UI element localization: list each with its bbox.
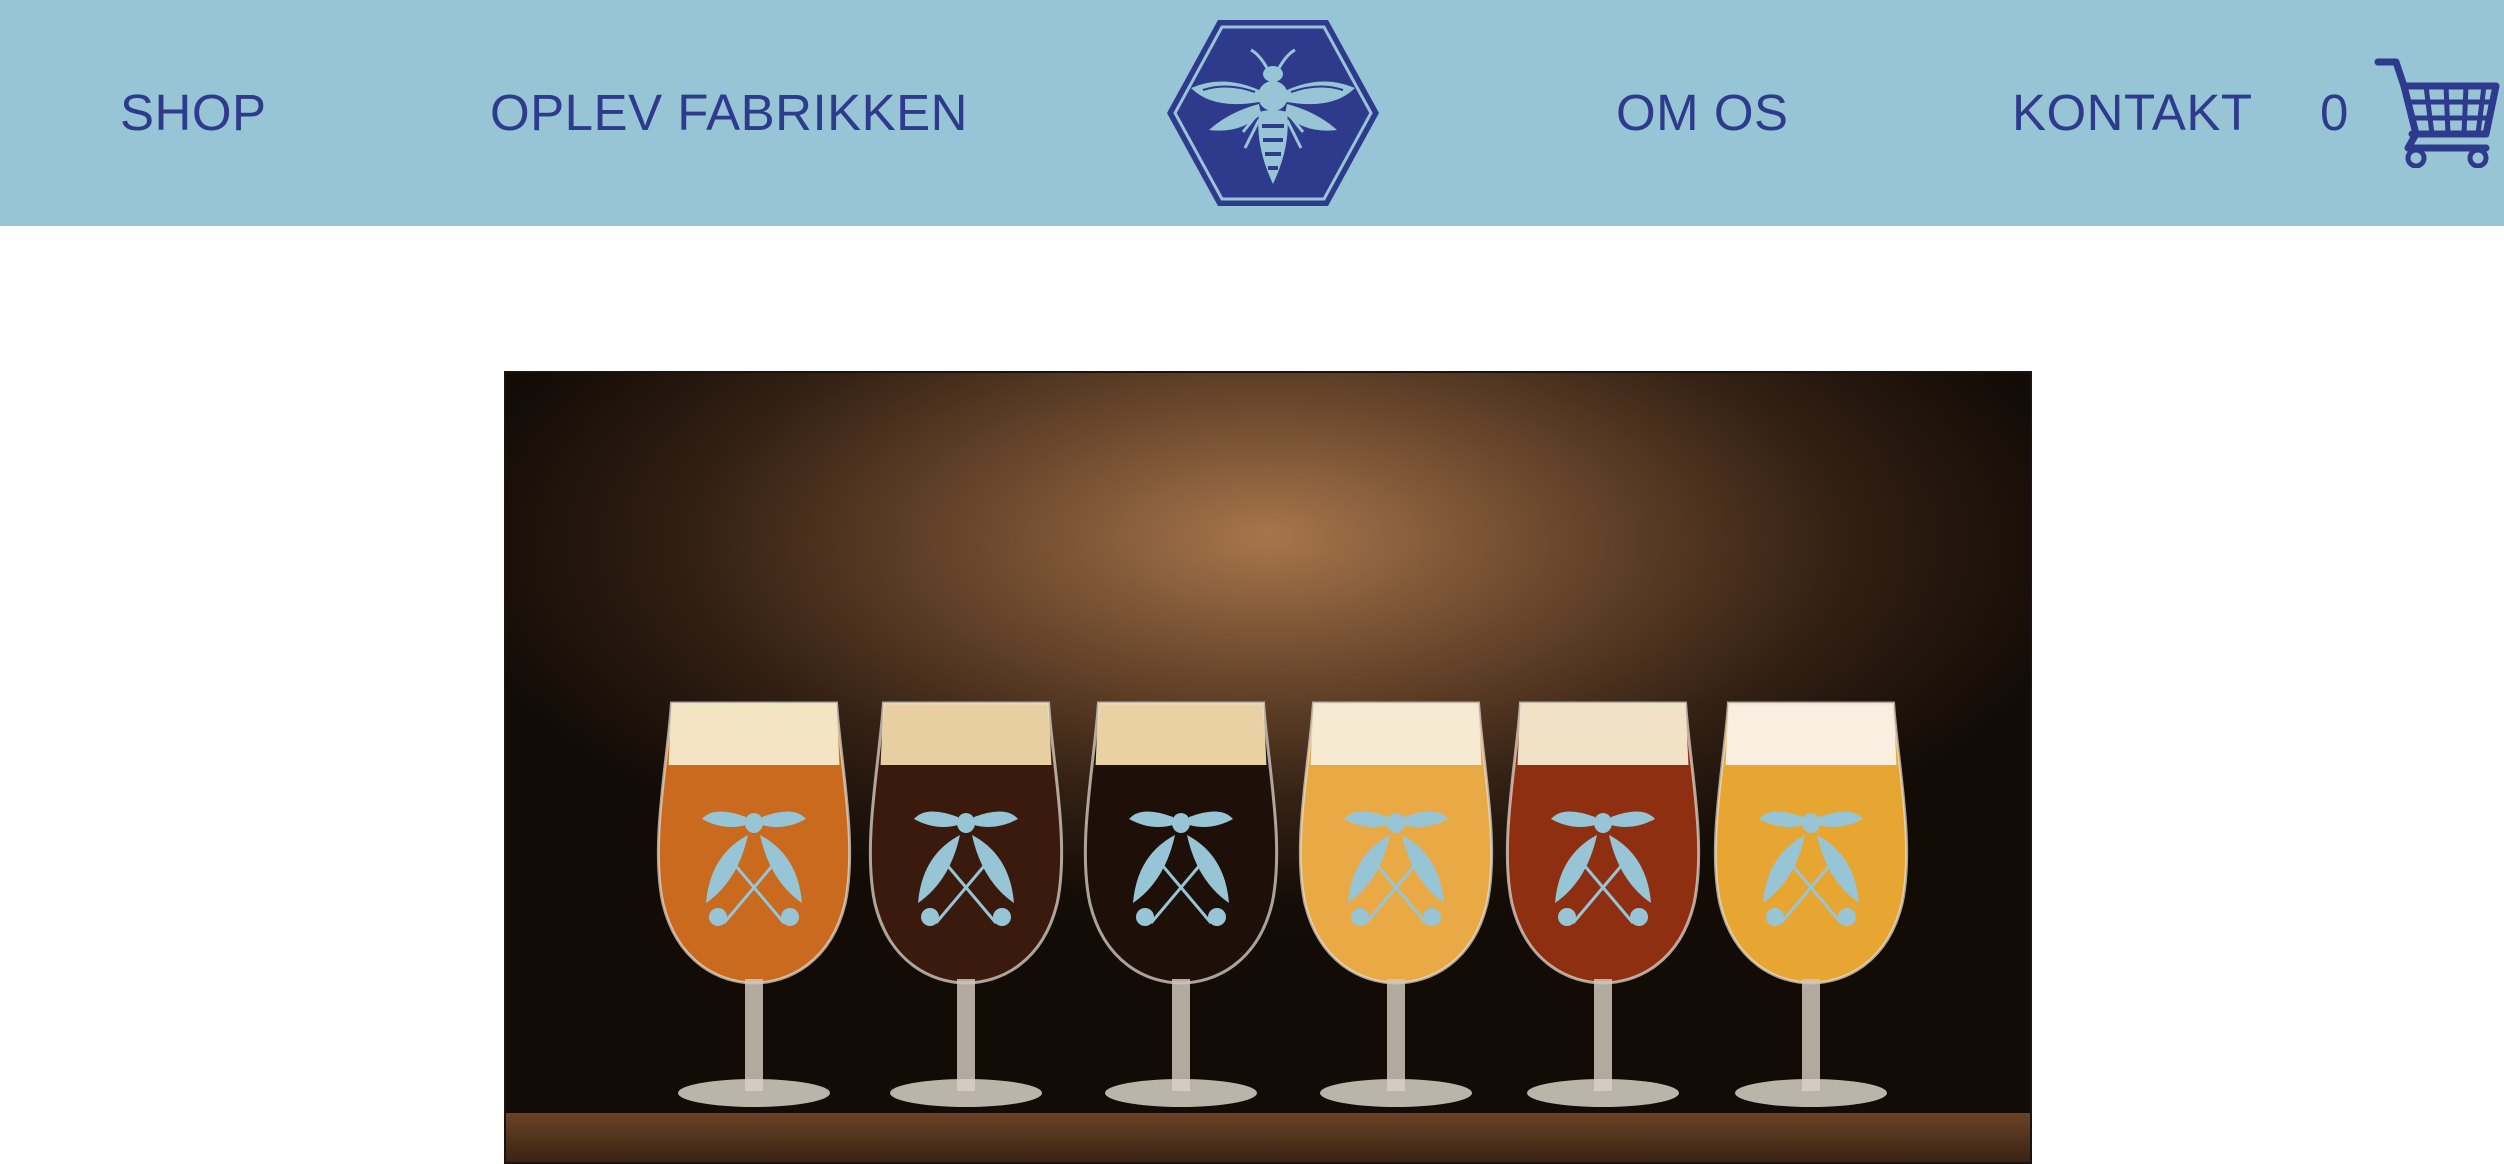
wooden-plank [506, 1113, 2030, 1162]
nav-oplev-fabrikken-link[interactable]: OPLEV FABRIKKEN [490, 78, 968, 148]
beer-glasses-illustration [506, 373, 2030, 1162]
cart-count: 0 [2320, 84, 2349, 141]
hero-image-beer-glasses [504, 371, 2032, 1164]
brand-logo[interactable] [1163, 16, 1383, 210]
site-header: SHOP OPLEV FABRIKKEN OM OS KONTAKT 0 [0, 0, 2504, 226]
cart-button[interactable]: 0 [2320, 56, 2500, 176]
nav-shop-link[interactable]: SHOP [120, 78, 267, 148]
nav-kontakt-link[interactable]: KONTAKT [2012, 78, 2253, 148]
shopping-cart-icon [2374, 58, 2500, 168]
nav-om-os-link[interactable]: OM OS [1616, 78, 1789, 148]
bee-hexagon-icon [1167, 20, 1379, 206]
